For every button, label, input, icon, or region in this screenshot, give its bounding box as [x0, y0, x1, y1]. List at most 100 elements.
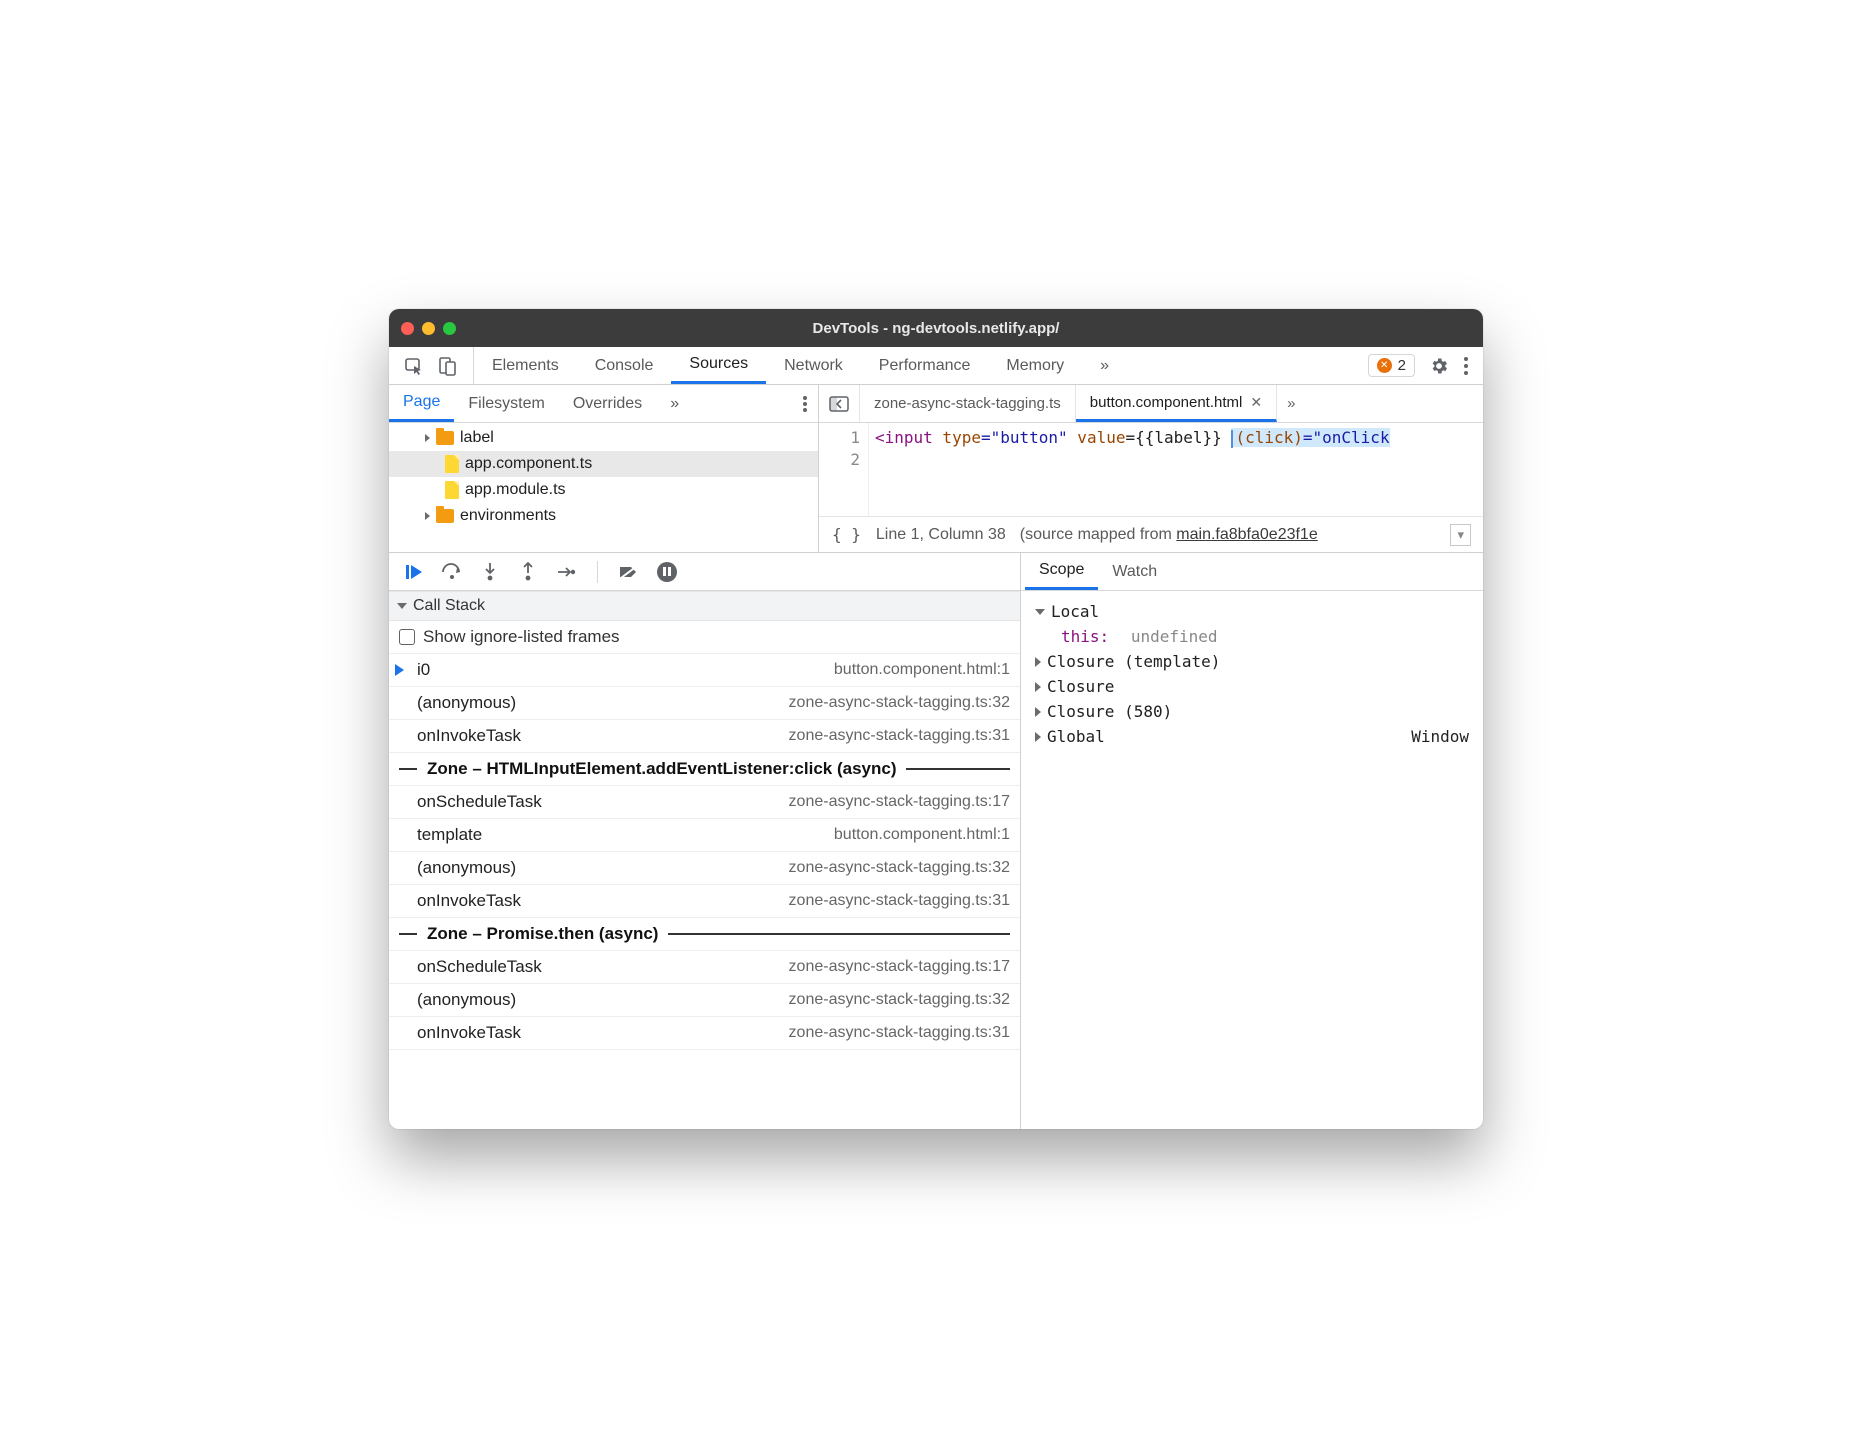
window-title: DevTools - ng-devtools.netlify.app/	[389, 320, 1483, 337]
disclosure-icon	[425, 434, 430, 442]
settings-icon[interactable]	[1429, 356, 1449, 376]
frame-name: onInvokeTask	[417, 1023, 521, 1043]
scope-label: Global	[1047, 727, 1105, 746]
frame-location: zone-async-stack-tagging.ts:17	[789, 793, 1010, 811]
frame-name: (anonymous)	[417, 990, 516, 1010]
toggle-navigator-icon[interactable]	[819, 385, 860, 422]
tree-folder[interactable]: environments	[389, 503, 818, 529]
code-editor[interactable]: 12 <input type="button" value={{label}} …	[819, 423, 1483, 516]
checkbox-icon[interactable]	[399, 629, 415, 645]
navigator-tab-overrides[interactable]: Overrides	[559, 385, 656, 422]
tree-folder[interactable]: label	[389, 425, 818, 451]
scope-tree[interactable]: Local this: undefined Closure (template)…	[1021, 591, 1483, 1129]
scope-var-name: this:	[1061, 627, 1109, 646]
device-toolbar-icon[interactable]	[437, 355, 459, 377]
deactivate-breakpoints-icon[interactable]	[618, 561, 640, 583]
tab-elements[interactable]: Elements	[474, 347, 577, 384]
step-icon[interactable]	[555, 561, 577, 583]
frame-location: zone-async-stack-tagging.ts:31	[789, 1024, 1010, 1042]
async-label: Zone – HTMLInputElement.addEventListener…	[427, 759, 896, 779]
frame-location: zone-async-stack-tagging.ts:32	[789, 694, 1010, 712]
stack-frame[interactable]: (anonymous) zone-async-stack-tagging.ts:…	[389, 687, 1020, 720]
navigator-kebab-icon[interactable]	[792, 385, 818, 422]
navigator-more-tabs-icon[interactable]: »	[656, 385, 693, 422]
stack-frame[interactable]: template button.component.html:1	[389, 819, 1020, 852]
editor-tab[interactable]: button.component.html ✕	[1076, 385, 1277, 422]
stack-frame[interactable]: (anonymous) zone-async-stack-tagging.ts:…	[389, 852, 1020, 885]
step-out-icon[interactable]	[517, 561, 539, 583]
navigator-tab-filesystem[interactable]: Filesystem	[454, 385, 558, 422]
frame-location: button.component.html:1	[834, 661, 1010, 679]
scope-label: Closure	[1047, 677, 1114, 696]
tab-memory[interactable]: Memory	[988, 347, 1082, 384]
ignore-listed-toggle[interactable]: Show ignore-listed frames	[389, 621, 1020, 654]
scope-variable[interactable]: this: undefined	[1035, 624, 1469, 649]
callstack-pane: Call Stack Show ignore-listed frames i0 …	[389, 553, 1021, 1129]
tree-file[interactable]: app.component.ts	[389, 451, 818, 477]
file-icon	[445, 455, 459, 473]
stack-frame[interactable]: onScheduleTask zone-async-stack-tagging.…	[389, 786, 1020, 819]
main-toolbar: Elements Console Sources Network Perform…	[389, 347, 1483, 385]
devtools-window: DevTools - ng-devtools.netlify.app/ Elem…	[389, 309, 1483, 1129]
pause-on-exceptions-icon[interactable]	[656, 561, 678, 583]
disclosure-down-icon	[1035, 609, 1045, 615]
stack-frame[interactable]: onInvokeTask zone-async-stack-tagging.ts…	[389, 1017, 1020, 1050]
stack-frame[interactable]: onScheduleTask zone-async-stack-tagging.…	[389, 951, 1020, 984]
file-tree[interactable]: label app.component.ts app.module.ts env…	[389, 423, 818, 552]
kebab-menu-icon[interactable]	[1463, 356, 1469, 376]
tree-file[interactable]: app.module.ts	[389, 477, 818, 503]
debugger-toolbar	[389, 553, 1020, 591]
navigator-tab-page[interactable]: Page	[389, 385, 454, 422]
error-icon	[1377, 358, 1392, 373]
close-tab-icon[interactable]: ✕	[1250, 394, 1262, 411]
stack-frame[interactable]: onInvokeTask zone-async-stack-tagging.ts…	[389, 720, 1020, 753]
scope-value: Window	[1411, 727, 1469, 746]
line-gutter: 12	[819, 423, 869, 516]
inspect-element-icon[interactable]	[403, 355, 425, 377]
scope-tabs: Scope Watch	[1021, 553, 1483, 591]
error-count-badge[interactable]: 2	[1368, 354, 1415, 377]
code-content: <input type="button" value={{label}} (cl…	[869, 423, 1483, 516]
tree-label: environments	[460, 507, 556, 525]
frame-name: onInvokeTask	[417, 726, 521, 746]
more-tabs-icon[interactable]: »	[1082, 347, 1127, 384]
frame-name: i0	[417, 660, 430, 680]
tab-console[interactable]: Console	[577, 347, 672, 384]
editor-tab[interactable]: zone-async-stack-tagging.ts	[860, 385, 1076, 422]
scope-section[interactable]: Global Window	[1035, 724, 1469, 749]
disclosure-right-icon	[1035, 732, 1041, 742]
source-map-link[interactable]: main.fa8bfa0e23f1e	[1176, 526, 1317, 543]
scope-section[interactable]: Closure (template)	[1035, 649, 1469, 674]
callstack-list: i0 button.component.html:1 (anonymous) z…	[389, 654, 1020, 1129]
tab-network[interactable]: Network	[766, 347, 861, 384]
tab-scope[interactable]: Scope	[1025, 553, 1098, 590]
stack-frame[interactable]: (anonymous) zone-async-stack-tagging.ts:…	[389, 984, 1020, 1017]
callstack-header[interactable]: Call Stack	[389, 591, 1020, 621]
frame-location: zone-async-stack-tagging.ts:31	[789, 727, 1010, 745]
scope-var-value: undefined	[1131, 627, 1218, 646]
stack-frame[interactable]: i0 button.component.html:1	[389, 654, 1020, 687]
disclosure-right-icon	[1035, 707, 1041, 717]
frame-name: onInvokeTask	[417, 891, 521, 911]
frame-location: zone-async-stack-tagging.ts:17	[789, 958, 1010, 976]
frame-name: (anonymous)	[417, 858, 516, 878]
file-icon	[445, 481, 459, 499]
scope-section[interactable]: Closure (580)	[1035, 699, 1469, 724]
scope-label: Closure (template)	[1047, 652, 1220, 671]
tree-label: app.component.ts	[465, 455, 592, 473]
coverage-toggle-icon[interactable]: ▾	[1450, 524, 1471, 546]
stack-frame[interactable]: onInvokeTask zone-async-stack-tagging.ts…	[389, 885, 1020, 918]
scope-section[interactable]: Closure	[1035, 674, 1469, 699]
tab-watch[interactable]: Watch	[1098, 553, 1171, 590]
editor-tab-label: zone-async-stack-tagging.ts	[874, 395, 1061, 412]
editor-more-tabs-icon[interactable]: »	[1277, 385, 1305, 422]
tab-sources[interactable]: Sources	[671, 347, 766, 384]
pretty-print-icon[interactable]: { }	[831, 524, 862, 545]
tree-label: app.module.ts	[465, 481, 566, 499]
scope-section[interactable]: Local	[1035, 599, 1469, 624]
callstack-title: Call Stack	[413, 597, 485, 615]
tab-performance[interactable]: Performance	[861, 347, 989, 384]
resume-icon[interactable]	[403, 561, 425, 583]
step-over-icon[interactable]	[441, 561, 463, 583]
step-into-icon[interactable]	[479, 561, 501, 583]
